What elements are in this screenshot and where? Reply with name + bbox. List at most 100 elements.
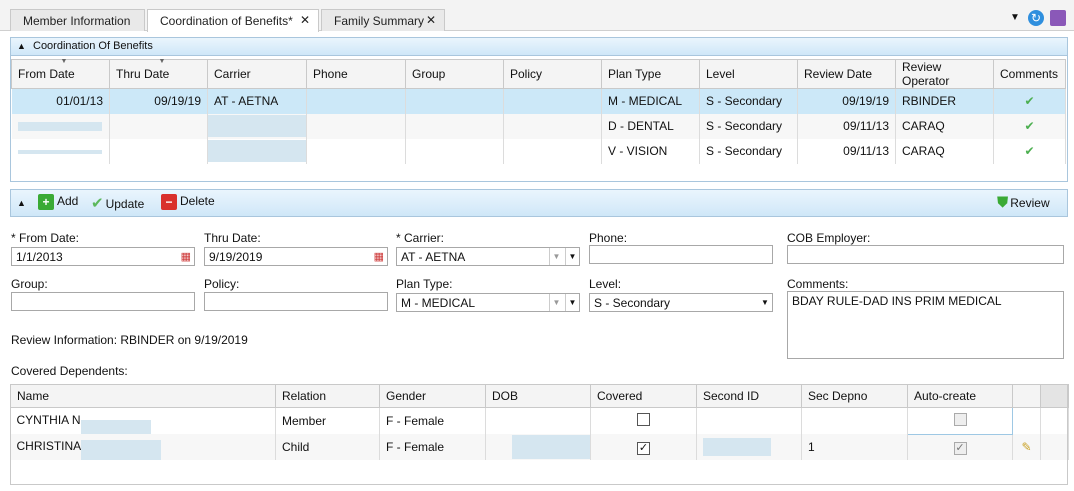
table-row[interactable]: CYNTHIA N Member F - Female xyxy=(10,407,1069,435)
plan-type-label: Plan Type: xyxy=(396,277,453,291)
phone-input[interactable] xyxy=(589,245,773,264)
auto-create-checkbox[interactable]: ✓ xyxy=(953,441,967,455)
chevron-down-icon[interactable]: ▼ xyxy=(565,294,579,311)
cell-group xyxy=(405,113,504,139)
cell-second-id xyxy=(696,434,802,460)
carrier-label: * Carrier: xyxy=(396,231,445,245)
dropdown-icon[interactable]: ▼ xyxy=(1010,12,1026,28)
col-plan-type[interactable]: Plan Type xyxy=(601,59,700,89)
auto-create-checkbox[interactable] xyxy=(953,412,967,426)
covered-dependents-title: Covered Dependents: xyxy=(11,364,128,378)
cell-review-operator: CARAQ xyxy=(895,138,994,164)
cell-relation: Child xyxy=(275,434,380,460)
tab-family-summary[interactable]: Family Summary ✕ xyxy=(321,9,445,31)
cell-thru-date xyxy=(109,138,208,164)
filter-icon[interactable]: ▼ xyxy=(549,294,563,311)
cell-carrier xyxy=(207,138,307,164)
col-gender[interactable]: Gender xyxy=(379,384,486,408)
cell-from-date xyxy=(11,113,110,139)
from-date-field[interactable]: 1/1/2013 ▦ xyxy=(11,247,195,266)
col-covered[interactable]: Covered xyxy=(590,384,697,408)
cob-grid: ▼ From Date ▼ Thru Date Carrier Phone Grou… xyxy=(11,58,1066,164)
cell-phone xyxy=(306,138,406,164)
tab-label: Coordination of Benefits* xyxy=(160,14,293,28)
from-date-label: * From Date: xyxy=(11,231,80,245)
carrier-select[interactable]: AT - AETNA ▼ ▼ xyxy=(396,247,580,266)
chevron-down-icon[interactable]: ▼ xyxy=(758,294,772,311)
calendar-icon[interactable]: ▦ xyxy=(374,250,384,263)
group-input[interactable] xyxy=(11,292,195,311)
filter-icon[interactable]: ▼ xyxy=(549,248,563,265)
cell-second-id xyxy=(696,407,802,434)
thru-date-field[interactable]: 9/19/2019 ▦ xyxy=(204,247,388,266)
table-row[interactable]: 01/01/13 09/19/19 AT - AETNA M - MEDICAL… xyxy=(11,88,1066,114)
minus-icon: − xyxy=(161,194,177,210)
cell-policy xyxy=(503,88,602,114)
close-icon[interactable]: ✕ xyxy=(426,13,436,27)
close-icon[interactable]: ✕ xyxy=(300,13,310,27)
col-level[interactable]: Level xyxy=(699,59,798,89)
refresh-icon[interactable]: ↻ xyxy=(1028,10,1044,26)
col-group[interactable]: Group xyxy=(405,59,504,89)
col-review-operator[interactable]: Review Operator xyxy=(895,59,994,89)
add-button[interactable]: + Add xyxy=(38,194,78,210)
tab-label: Member Information xyxy=(23,14,131,28)
thru-date-label: Thru Date: xyxy=(204,231,261,245)
cell-dob xyxy=(485,407,591,434)
cob-panel-header[interactable]: ▲ Coordination Of Benefits xyxy=(11,38,1067,56)
col-phone[interactable]: Phone xyxy=(306,59,406,89)
col-sec-depno[interactable]: Sec Depno xyxy=(801,384,908,408)
cob-employer-input[interactable] xyxy=(787,245,1064,264)
covered-checkbox[interactable]: ✓ xyxy=(637,441,650,455)
cell-level: S - Secondary xyxy=(699,88,798,114)
cell-plan-type: M - MEDICAL xyxy=(601,88,700,114)
policy-input[interactable] xyxy=(204,292,388,311)
dependents-grid: Name Relation Gender DOB Covered Second … xyxy=(10,384,1069,460)
table-row[interactable]: D - DENTAL S - Secondary 09/11/13 CARAQ … xyxy=(11,113,1066,139)
chevron-down-icon[interactable]: ▼ xyxy=(565,248,579,265)
collapse-icon[interactable]: ▲ xyxy=(17,198,26,208)
col-policy[interactable]: Policy xyxy=(503,59,602,89)
covered-checkbox[interactable] xyxy=(637,413,650,426)
calendar-icon[interactable]: ▦ xyxy=(181,250,191,263)
col-auto-create[interactable]: Auto-create xyxy=(907,384,1013,408)
col-second-id[interactable]: Second ID xyxy=(696,384,802,408)
review-information: Review Information: RBINDER on 9/19/2019 xyxy=(11,333,248,347)
cell-level: S - Secondary xyxy=(699,113,798,139)
tab-label: Family Summary xyxy=(334,14,425,28)
update-button[interactable]: ✔ Update xyxy=(91,194,144,212)
table-row[interactable]: CHRISTINA Child F - Female ✓ 1 ✓ ✎ xyxy=(10,434,1069,460)
comments-textarea[interactable]: BDAY RULE-DAD INS PRIM MEDICAL xyxy=(787,291,1064,359)
cell-group xyxy=(405,88,504,114)
col-from-date[interactable]: ▼ From Date xyxy=(11,58,110,89)
cell-carrier: AT - AETNA xyxy=(207,88,307,114)
plan-type-select[interactable]: M - MEDICAL ▼ ▼ xyxy=(396,293,580,312)
cell-group xyxy=(405,138,504,164)
level-select[interactable]: S - Secondary ▼ xyxy=(589,293,773,312)
comments-label: Comments: xyxy=(787,277,849,291)
phone-label: Phone: xyxy=(589,231,628,245)
col-dob[interactable]: DOB xyxy=(485,384,591,408)
cell-review-operator: RBINDER xyxy=(895,88,994,114)
cell-relation: Member xyxy=(275,407,380,434)
cell-auto-create: ✓ xyxy=(907,434,1013,460)
review-button[interactable]: ⛊ Review xyxy=(997,194,1050,211)
pencil-icon[interactable]: ✎ xyxy=(1012,434,1041,460)
col-name[interactable]: Name xyxy=(10,384,276,408)
col-comments[interactable]: Comments xyxy=(993,59,1066,89)
cell-review-date: 09/19/19 xyxy=(797,88,896,114)
cell-review-operator: CARAQ xyxy=(895,113,994,139)
delete-button[interactable]: − Delete xyxy=(161,194,215,210)
tab-coordination-of-benefits[interactable]: Coordination of Benefits* ✕ xyxy=(147,9,319,32)
col-carrier[interactable]: Carrier xyxy=(207,59,307,89)
col-thru-date[interactable]: ▼ Thru Date xyxy=(109,58,208,89)
tab-member-information[interactable]: Member Information xyxy=(10,9,145,31)
col-relation[interactable]: Relation xyxy=(275,384,380,408)
col-review-date[interactable]: Review Date xyxy=(797,59,896,89)
cell-thru-date: 09/19/19 xyxy=(109,88,208,114)
plus-icon: + xyxy=(38,194,54,210)
save-icon[interactable] xyxy=(1050,10,1066,26)
collapse-icon[interactable]: ▲ xyxy=(17,41,26,51)
table-row[interactable]: V - VISION S - Secondary 09/11/13 CARAQ … xyxy=(11,138,1066,164)
cell-plan-type: V - VISION xyxy=(601,138,700,164)
